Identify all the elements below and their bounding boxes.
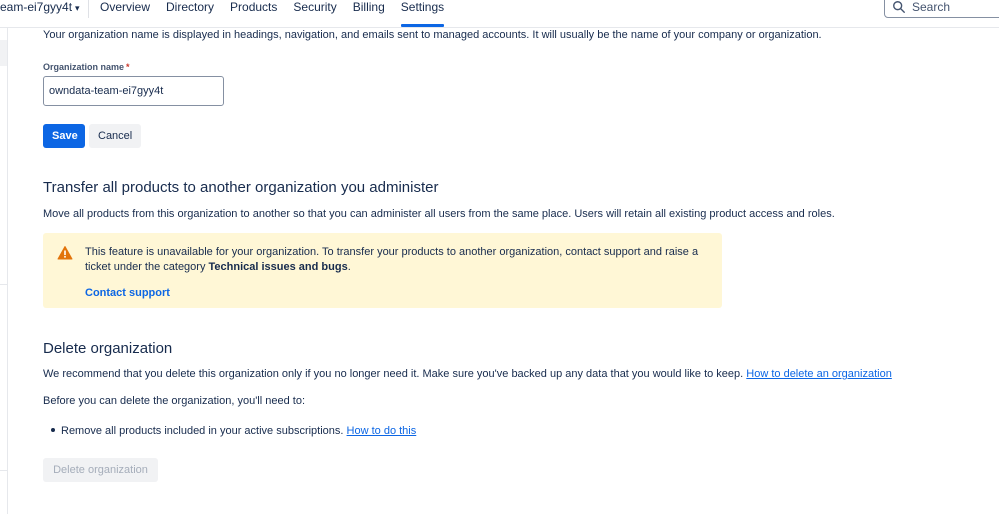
warning-icon <box>57 246 73 260</box>
nav-divider <box>88 0 89 18</box>
delete-description: We recommend that you delete this organi… <box>43 367 892 381</box>
delete-description-text: We recommend that you delete this organi… <box>43 368 744 380</box>
warning-category: Technical issues and bugs <box>208 261 348 273</box>
tab-settings[interactable]: Settings <box>400 0 445 28</box>
top-navigation: eam-ei7gyy4t ▾ Overview Directory Produc… <box>0 0 999 28</box>
tab-directory[interactable]: Directory <box>166 0 214 28</box>
org-name-input[interactable] <box>43 76 224 106</box>
org-name-description: Your organization name is displayed in h… <box>43 29 822 41</box>
transfer-heading: Transfer all products to another organiz… <box>43 179 439 196</box>
org-name-label: Organization name * <box>43 62 130 72</box>
org-switcher-label: eam-ei7gyy4t <box>0 0 73 14</box>
tab-billing[interactable]: Billing <box>353 0 385 28</box>
contact-support-link[interactable]: Contact support <box>85 287 170 299</box>
warning-text: This feature is unavailable for your org… <box>85 245 715 275</box>
org-name-label-text: Organization name <box>43 62 125 72</box>
search-box[interactable] <box>884 0 999 18</box>
chevron-down-icon: ▾ <box>75 2 80 13</box>
sidebar-divider <box>0 284 8 285</box>
list-item: Remove all products included in your act… <box>51 424 416 438</box>
transfer-description: Move all products from this organization… <box>43 208 835 220</box>
search-icon <box>893 1 905 13</box>
warning-text-end: . <box>347 261 351 273</box>
tab-security[interactable]: Security <box>293 0 336 28</box>
required-marker: * <box>126 62 130 72</box>
bullet-dot <box>51 428 55 433</box>
delete-heading: Delete organization <box>43 340 173 357</box>
search-input[interactable] <box>912 0 999 14</box>
prereq-intro: Before you can delete the organization, … <box>43 395 306 407</box>
sidebar-item-selected[interactable] <box>0 40 7 66</box>
sidebar <box>0 28 8 514</box>
tab-overview[interactable]: Overview <box>100 0 150 28</box>
nav-tabs: Overview Directory Products Security Bil… <box>100 0 460 28</box>
prereq-item-text: Remove all products included in your act… <box>61 425 344 437</box>
warning-banner: This feature is unavailable for your org… <box>43 233 722 308</box>
how-to-delete-link[interactable]: How to delete an organization <box>746 368 892 380</box>
how-to-do-this-link[interactable]: How to do this <box>347 425 417 437</box>
tab-products[interactable]: Products <box>230 0 277 28</box>
warning-text-main: This feature is unavailable for your org… <box>85 246 699 273</box>
save-button[interactable]: Save <box>43 124 85 148</box>
org-switcher[interactable]: eam-ei7gyy4t ▾ <box>0 0 80 14</box>
delete-organization-button[interactable]: Delete organization <box>43 458 158 482</box>
sidebar-divider <box>0 470 8 471</box>
cancel-button[interactable]: Cancel <box>89 124 141 148</box>
